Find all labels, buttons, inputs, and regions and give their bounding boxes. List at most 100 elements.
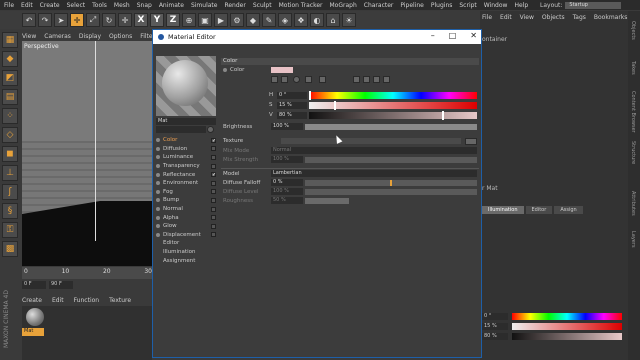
move-tool-alt-icon[interactable]: ✛ bbox=[118, 13, 132, 27]
menu-mograph[interactable]: MoGraph bbox=[330, 2, 357, 9]
rotate-tool-icon[interactable]: ↻ bbox=[102, 13, 116, 27]
menu-simulate[interactable]: Simulate bbox=[191, 2, 218, 9]
keyframe-dot-icon[interactable] bbox=[223, 68, 227, 72]
close-icon[interactable]: ✕ bbox=[470, 31, 477, 40]
rp-h-value[interactable]: 0 ° bbox=[482, 313, 508, 320]
y-axis-button[interactable]: Y bbox=[150, 13, 164, 27]
channel-checkbox[interactable] bbox=[211, 189, 216, 195]
image-picker-icon[interactable] bbox=[305, 76, 312, 83]
mm-edit-menu[interactable]: Edit bbox=[52, 297, 64, 304]
rgb-icon[interactable] bbox=[353, 76, 360, 83]
channel-checkbox[interactable] bbox=[211, 206, 216, 212]
select-arrow-icon[interactable]: ➤ bbox=[54, 13, 68, 27]
om-view-menu[interactable]: View bbox=[520, 14, 534, 21]
model-mode-icon[interactable]: ◆ bbox=[2, 51, 18, 67]
snap-icon[interactable]: ʃ bbox=[2, 184, 18, 200]
channel-displacement[interactable]: Displacement bbox=[156, 231, 216, 240]
menu-tools[interactable]: Tools bbox=[92, 2, 107, 9]
hsv-value-field[interactable]: 0 ° bbox=[277, 92, 307, 99]
channel-editor[interactable]: Editor bbox=[156, 239, 216, 248]
rp-saturation-slider[interactable] bbox=[512, 323, 622, 330]
swatches-icon[interactable] bbox=[383, 76, 390, 83]
om-objects-menu[interactable]: Objects bbox=[542, 14, 565, 21]
channel-environment[interactable]: Environment bbox=[156, 179, 216, 188]
menu-mesh[interactable]: Mesh bbox=[114, 2, 130, 9]
start-frame-field[interactable]: 0 F bbox=[22, 281, 46, 289]
mix-strength-field[interactable]: 100 % bbox=[271, 156, 303, 163]
material-name-field-2[interactable] bbox=[156, 126, 206, 133]
channel-checkbox[interactable] bbox=[211, 163, 216, 169]
side-tab-structure[interactable]: Structure bbox=[630, 141, 636, 164]
mm-function-menu[interactable]: Function bbox=[74, 297, 100, 304]
menu-create[interactable]: Create bbox=[40, 2, 60, 9]
model-dropdown[interactable]: Lambertian bbox=[271, 170, 477, 177]
deformer-icon[interactable]: ◐ bbox=[310, 13, 324, 27]
menu-help[interactable]: Help bbox=[514, 2, 528, 9]
tab-editor[interactable]: Editor bbox=[525, 206, 553, 214]
side-tab-content-browser[interactable]: Content Browser bbox=[630, 91, 636, 133]
spectrum-icon[interactable] bbox=[293, 76, 300, 83]
render-settings-icon[interactable]: ⚙ bbox=[230, 13, 244, 27]
mix-mode-dropdown[interactable]: Normal bbox=[271, 147, 477, 154]
layout-selector[interactable]: Layout: Startup bbox=[540, 2, 622, 9]
move-tool-icon[interactable]: ✛ bbox=[70, 13, 84, 27]
coord-system-icon[interactable]: ⊕ bbox=[182, 13, 196, 27]
channel-color[interactable]: Color ✓ bbox=[156, 136, 216, 145]
make-editable-icon[interactable]: ▦ bbox=[2, 32, 18, 48]
channel-normal[interactable]: Normal bbox=[156, 205, 216, 214]
om-bookmarks-menu[interactable]: Bookmarks bbox=[594, 14, 628, 21]
color-swatch[interactable] bbox=[271, 67, 293, 73]
options-menu[interactable]: Options bbox=[109, 33, 132, 40]
channel-checkbox[interactable] bbox=[211, 146, 216, 152]
channel-diffusion[interactable]: Diffusion bbox=[156, 145, 216, 154]
tab-illumination[interactable]: Illumination bbox=[482, 206, 524, 214]
redo-icon[interactable]: ↷ bbox=[38, 13, 52, 27]
render-region-icon[interactable]: ▣ bbox=[198, 13, 212, 27]
render-view-icon[interactable]: ▶ bbox=[214, 13, 228, 27]
pen-icon[interactable]: ✎ bbox=[262, 13, 276, 27]
viewport-perspective[interactable]: Perspective bbox=[22, 41, 152, 266]
material-name-field[interactable]: Mat bbox=[156, 118, 216, 125]
workplane-icon[interactable]: ▤ bbox=[2, 89, 18, 105]
side-tab-attributes[interactable]: Attributes bbox=[630, 191, 636, 216]
texture-slot[interactable] bbox=[281, 138, 461, 144]
hsv-slider-knob[interactable] bbox=[309, 91, 311, 100]
channel-alpha[interactable]: Alpha bbox=[156, 213, 216, 222]
channel-fog[interactable]: Fog bbox=[156, 188, 216, 197]
subdivision-icon[interactable]: ◈ bbox=[278, 13, 292, 27]
menu-file[interactable]: File bbox=[4, 2, 14, 9]
side-tab-layers[interactable]: Layers bbox=[630, 231, 636, 248]
display-menu[interactable]: Display bbox=[79, 33, 101, 40]
channel-reflectance[interactable]: Reflectance ✓ bbox=[156, 170, 216, 179]
roughness-field[interactable]: 50 % bbox=[271, 197, 303, 204]
hsv-slider[interactable] bbox=[309, 92, 477, 99]
hsv-slider-knob[interactable] bbox=[441, 111, 444, 120]
diffuse-falloff-knob[interactable] bbox=[390, 180, 392, 186]
side-tab-takes[interactable]: Takes bbox=[630, 61, 636, 75]
texture-browse-button[interactable] bbox=[465, 138, 477, 145]
channel-bump[interactable]: Bump bbox=[156, 196, 216, 205]
eyedropper-icon[interactable] bbox=[415, 76, 422, 83]
diffuse-level-field[interactable]: 100 % bbox=[271, 188, 303, 195]
material-preview[interactable] bbox=[156, 56, 216, 116]
material-thumbnail[interactable] bbox=[26, 308, 44, 326]
x-axis-button[interactable]: X bbox=[134, 13, 148, 27]
scale-tool-icon[interactable]: ⤢ bbox=[86, 13, 100, 27]
tab-assign[interactable]: Assign bbox=[554, 206, 583, 214]
edges-mode-icon[interactable]: ◇ bbox=[2, 127, 18, 143]
channel-glow[interactable]: Glow bbox=[156, 222, 216, 231]
channel-checkbox[interactable] bbox=[211, 180, 216, 186]
menu-sculpt[interactable]: Sculpt bbox=[253, 2, 272, 9]
undo-icon[interactable]: ↶ bbox=[22, 13, 36, 27]
polygons-mode-icon[interactable]: ◼ bbox=[2, 146, 18, 162]
hsv-slider[interactable] bbox=[309, 112, 477, 119]
channel-transparency[interactable]: Transparency bbox=[156, 162, 216, 171]
grid-icon[interactable]: ▩ bbox=[2, 241, 18, 257]
layout-dropdown[interactable]: Startup bbox=[565, 2, 622, 9]
mm-create-menu[interactable]: Create bbox=[22, 297, 42, 304]
brightness-slider[interactable] bbox=[305, 124, 477, 130]
rp-hue-slider[interactable] bbox=[512, 313, 622, 320]
cameras-menu[interactable]: Cameras bbox=[44, 33, 71, 40]
color-wheel-icon[interactable] bbox=[281, 76, 288, 83]
view-menu[interactable]: View bbox=[22, 33, 36, 40]
